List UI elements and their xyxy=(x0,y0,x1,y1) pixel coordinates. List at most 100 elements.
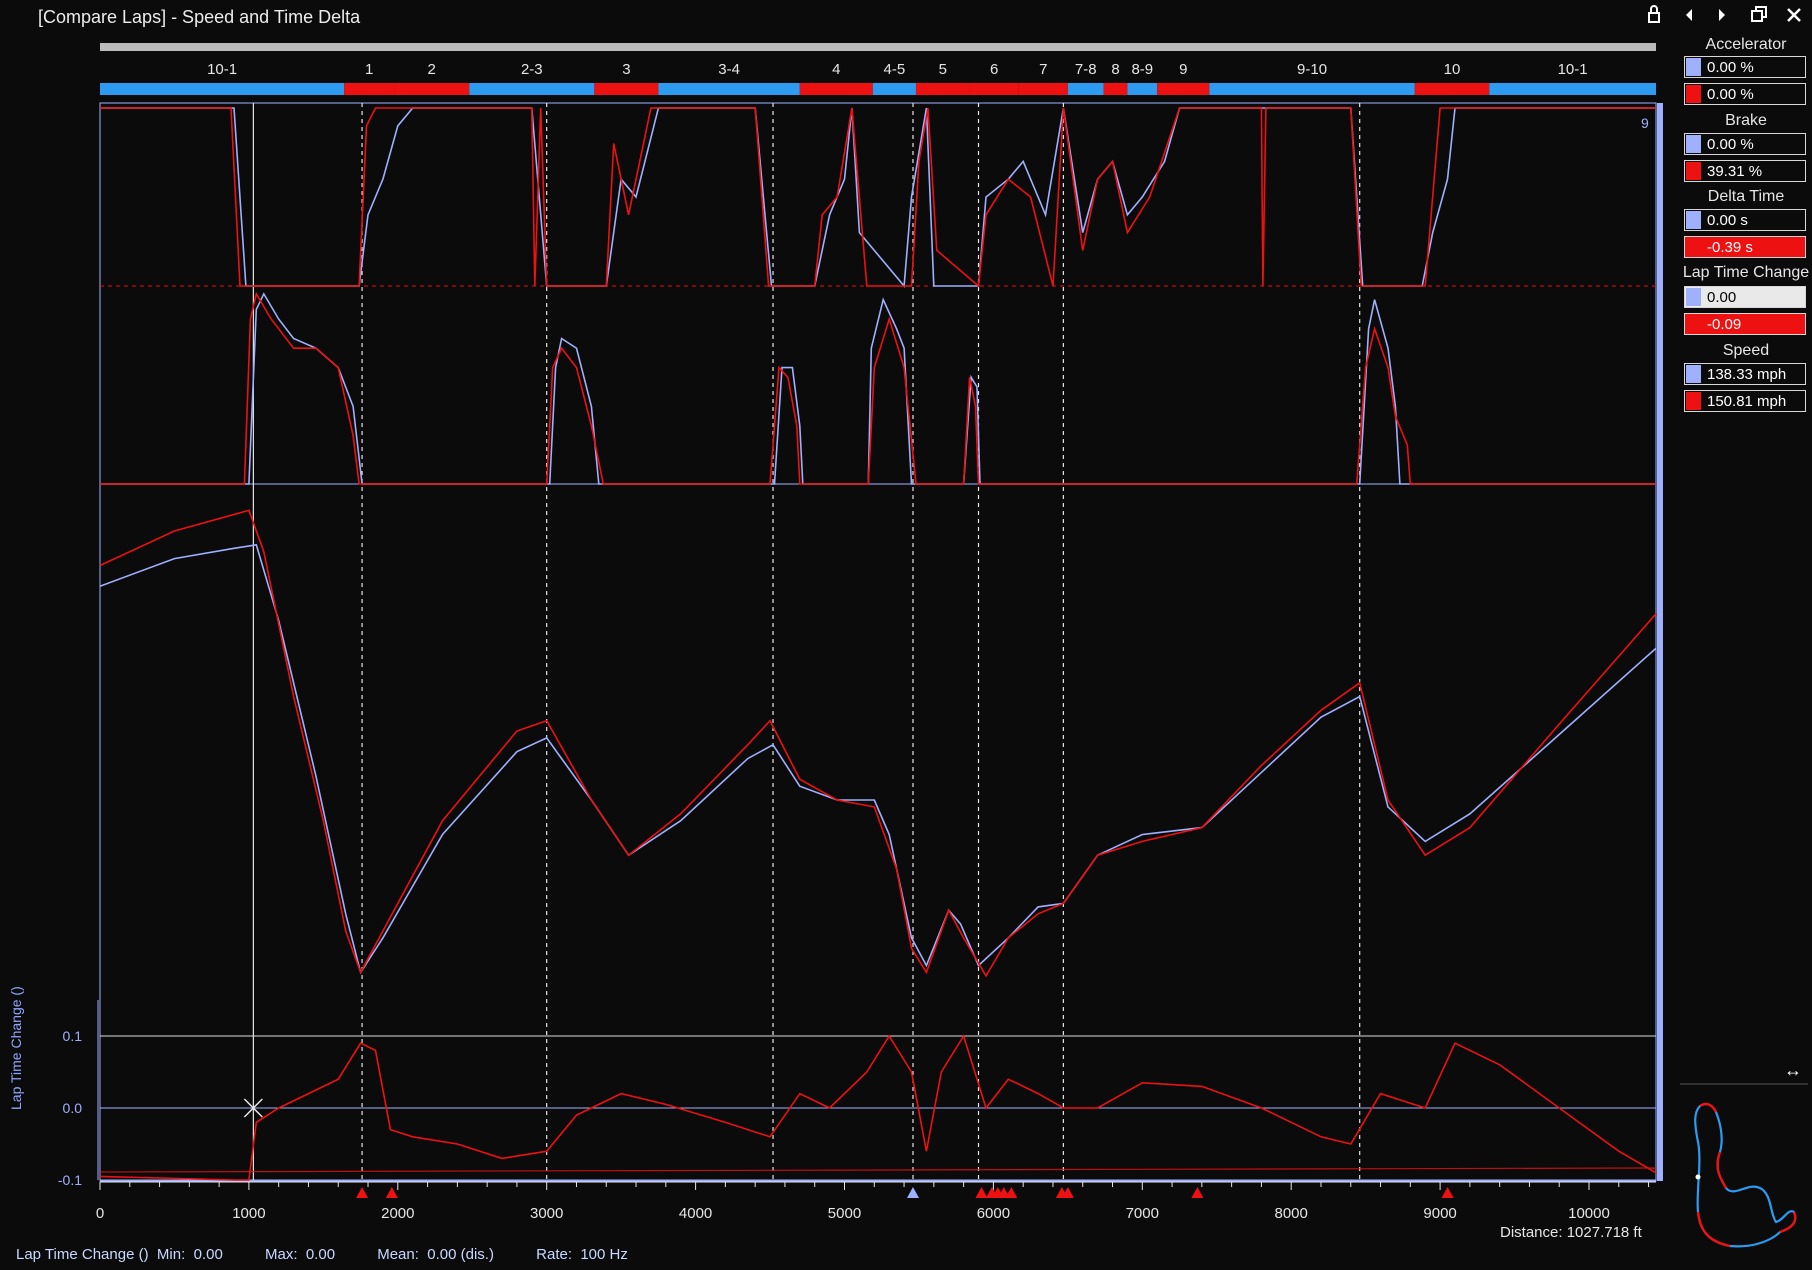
accelerator-ref-text: 0.00 % xyxy=(1707,59,1754,76)
ref-swatch xyxy=(1686,58,1701,76)
segment-label: 8 xyxy=(1111,61,1119,78)
brake-ref-line xyxy=(100,292,1656,485)
segment-label: 7 xyxy=(1039,61,1047,78)
ltc-tick-label: 0.0 xyxy=(63,1100,83,1116)
speed-cmp-text: 150.81 mph xyxy=(1707,393,1787,410)
footer-mean-value: 0.00 (dis.) xyxy=(427,1246,494,1263)
plot-frame xyxy=(99,102,1657,1182)
cmp-swatch xyxy=(1686,315,1701,333)
ltc-tick-label: 0.1 xyxy=(63,1028,83,1044)
event-marker xyxy=(1441,1187,1454,1198)
segment-bar xyxy=(1127,83,1158,95)
segment-label: 10-1 xyxy=(1558,61,1588,78)
accelerator-ref-value: 0.00 % xyxy=(1684,56,1806,78)
restore-window-icon[interactable] xyxy=(1745,4,1773,30)
event-marker xyxy=(1005,1187,1018,1198)
accelerator-ref-line xyxy=(100,107,1656,289)
cmp-swatch xyxy=(1686,238,1701,256)
ref-swatch xyxy=(1686,211,1701,229)
x-tick-label: 1000 xyxy=(232,1205,265,1222)
accelerator-cmp-text: 0.00 % xyxy=(1707,86,1754,103)
speed-ref-line xyxy=(99,543,1657,975)
segment-label: 5 xyxy=(939,61,947,78)
segment-label: 9 xyxy=(1179,61,1187,78)
segment-bar xyxy=(100,83,345,95)
footer-rate-label: Rate: xyxy=(536,1246,572,1263)
segment-bar xyxy=(658,83,800,95)
speed-label: Speed xyxy=(1722,342,1770,359)
lap-time-change-ref-text: 0.00 xyxy=(1707,289,1737,306)
track-map[interactable] xyxy=(1680,1082,1808,1252)
delta-time-ref-value: 0.00 s xyxy=(1684,209,1806,231)
ltc-secondary-trace xyxy=(99,1167,1657,1173)
x-tick-label: 4000 xyxy=(679,1205,712,1222)
x-tick-label: 3000 xyxy=(530,1205,563,1222)
x-tick-label: 9000 xyxy=(1423,1205,1456,1222)
segment-bar xyxy=(594,83,659,95)
delta-time-cmp-text: -0.39 s xyxy=(1707,239,1753,256)
ref-swatch xyxy=(1686,135,1701,153)
segment-label: 10-1 xyxy=(207,61,237,78)
y-axis-label: Lap Time Change () xyxy=(8,986,24,1110)
segment-bar xyxy=(469,83,595,95)
x-tick-label: 8000 xyxy=(1275,1205,1308,1222)
delta-time-cmp-value: -0.39 s xyxy=(1684,236,1806,258)
segment-label: 2 xyxy=(428,61,436,78)
brake-ref-value: 0.00 % xyxy=(1684,133,1806,155)
speed-cmp-value: 150.81 mph xyxy=(1684,390,1806,412)
footer-min-value: 0.00 xyxy=(193,1246,223,1263)
lap-time-change-label: Lap Time Change xyxy=(1682,264,1810,281)
x-tick-label: 6000 xyxy=(977,1205,1010,1222)
segment-bar xyxy=(1103,83,1128,95)
speed-time-delta-chart[interactable]: 10-1 1 2 2-3 3 3-4 4 4-5 5 6 7 7-8 8 8-9 9 9-10 10 10-1 -0… xyxy=(0,0,1680,1270)
x-tick-label: 0 xyxy=(96,1205,104,1222)
segment-bar xyxy=(394,83,470,95)
track-map-corners xyxy=(1696,1102,1797,1248)
ref-swatch xyxy=(1686,288,1701,306)
lap-marker-label: 9 xyxy=(1641,115,1649,131)
x-tick-label: 10000 xyxy=(1568,1205,1610,1222)
ltc-tick-label: -0.1 xyxy=(58,1172,82,1188)
event-marker xyxy=(975,1187,988,1198)
distance-readout: Distance: 1027.718 ft xyxy=(1500,1224,1642,1241)
accelerator-cmp-line xyxy=(100,107,1656,288)
chevron-right-icon[interactable] xyxy=(1708,4,1736,30)
segment-label: 9-10 xyxy=(1297,61,1327,78)
segment-bar xyxy=(1489,83,1656,95)
x-tick-label: 5000 xyxy=(828,1205,861,1222)
footer-channel: Lap Time Change () xyxy=(16,1246,149,1263)
close-icon[interactable] xyxy=(1780,4,1808,30)
segment-label: 3-4 xyxy=(718,61,740,78)
delta-time-ref-text: 0.00 s xyxy=(1707,212,1748,229)
segment-bar xyxy=(1414,83,1490,95)
cmp-swatch xyxy=(1686,85,1701,103)
overview-scrollbar xyxy=(100,43,1656,51)
segment-bar xyxy=(344,83,395,95)
brake-cmp-value: 39.31 % xyxy=(1684,160,1806,182)
event-marker xyxy=(1191,1187,1204,1198)
segment-label: 3 xyxy=(622,61,630,78)
event-marker xyxy=(906,1187,919,1198)
brake-cmp-text: 39.31 % xyxy=(1707,163,1763,180)
segment-bar xyxy=(915,83,970,95)
segment-label: 10 xyxy=(1444,61,1461,78)
brake-label: Brake xyxy=(1725,112,1767,129)
segment-label: 1 xyxy=(365,61,373,78)
segment-label: 4 xyxy=(832,61,840,78)
footer-max-label: Max: xyxy=(264,1246,298,1263)
footer-rate-value: 100 Hz xyxy=(580,1246,628,1263)
speed-ref-value: 138.33 mph xyxy=(1684,363,1806,385)
delta-time-label: Delta Time xyxy=(1707,188,1785,205)
x-tick-label: 2000 xyxy=(381,1205,414,1222)
segment-bar xyxy=(1157,83,1210,95)
horizontal-resize-icon[interactable]: ↔ xyxy=(1784,1060,1802,1081)
track-map-outline xyxy=(1694,1102,1797,1248)
event-marker xyxy=(385,1187,398,1198)
segment-bar xyxy=(1018,83,1068,95)
segment-label: 2-3 xyxy=(521,61,543,78)
segment-bar xyxy=(1209,83,1415,95)
event-marker xyxy=(356,1187,369,1198)
segment-label: 8-9 xyxy=(1131,61,1153,78)
segment-bar xyxy=(1067,83,1104,95)
segment-bar xyxy=(799,83,873,95)
